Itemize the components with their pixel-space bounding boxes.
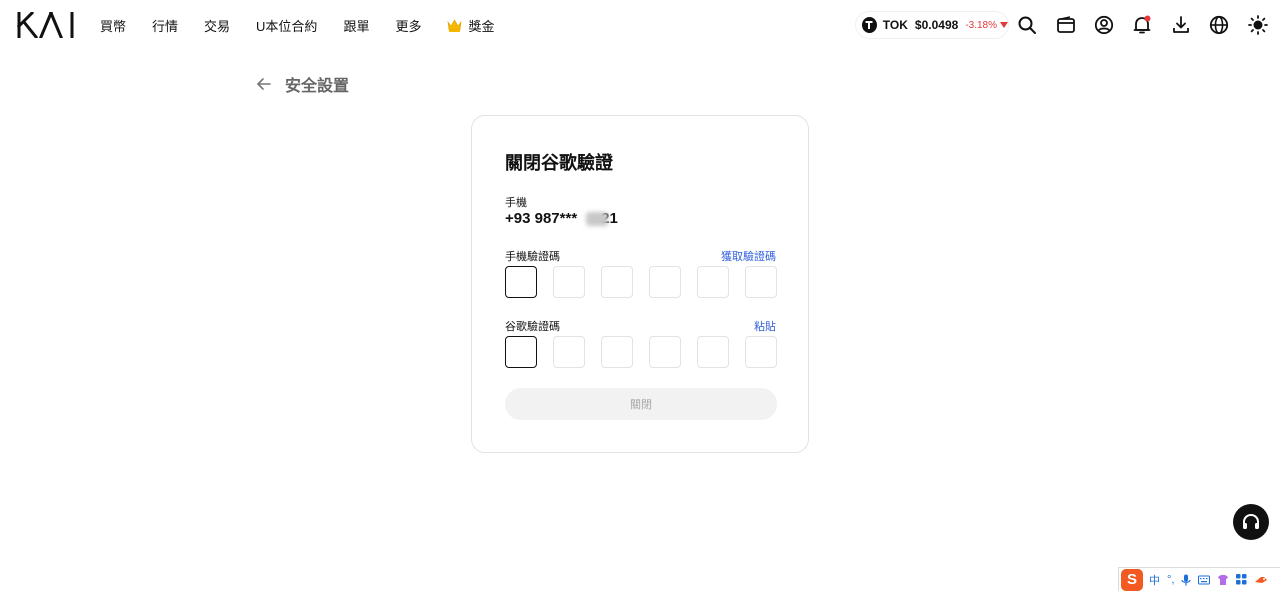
disable-google-auth-card: 關閉谷歌驗證 手機 +93 987*** 21 手機驗證碼 獲取驗證碼 谷歌驗證碼… [471,115,809,453]
page-header: 安全設置 [255,72,349,96]
ime-mode-toggle[interactable]: 中 [1149,572,1160,588]
get-code-link[interactable]: 獲取驗證碼 [721,248,776,264]
google-code-digit-6[interactable] [745,336,777,368]
headset-support-icon[interactable] [1233,504,1269,540]
sms-code-digit-5[interactable] [697,266,729,298]
nav-more[interactable]: 更多 [395,16,421,35]
ticker-price: $0.0498 [914,18,959,32]
sms-code-inputs [505,266,777,298]
page-title: 安全設置 [285,78,350,95]
redaction-blur [586,212,608,226]
nav-usdt-futures[interactable]: U本位合約 [256,16,317,35]
nav-markets[interactable]: 行情 [152,16,178,35]
tok-coin-icon [862,17,877,33]
wallet-icon[interactable] [1056,15,1076,35]
google-code-digit-3[interactable] [601,336,633,368]
tool-icon[interactable] [1254,575,1268,585]
nav-trade[interactable]: 交易 [204,16,230,35]
google-code-digit-5[interactable] [697,336,729,368]
ticker-change: -3.18% [965,19,997,31]
ticker-symbol: TOK [882,18,908,32]
keyboard-icon[interactable] [1198,575,1211,585]
globe-icon[interactable] [1209,15,1229,35]
top-navigation-bar: 買幣 行情 交易 U本位合約 跟單 更多 獎金 TOK $0.0498 -3.1… [0,0,1280,50]
nav-copy-trading[interactable]: 跟單 [343,16,369,35]
form-title: 關閉谷歌驗證 [505,153,613,173]
sms-code-digit-1[interactable] [505,266,537,298]
kai-logo[interactable] [17,12,75,38]
ticker-pill[interactable]: TOK $0.0498 -3.18% [855,11,1009,39]
nav-buy-crypto[interactable]: 買幣 [100,16,126,35]
nav-rewards-label: 獎金 [468,18,495,34]
sms-code-digit-6[interactable] [745,266,777,298]
sms-code-digit-2[interactable] [553,266,585,298]
sms-code-digit-3[interactable] [601,266,633,298]
disable-button[interactable]: 關閉 [505,388,777,420]
ime-logo[interactable]: S [1121,568,1143,591]
google-code-label: 谷歌驗證碼 [505,321,560,333]
crown-icon [447,18,462,32]
download-icon[interactable] [1171,15,1191,35]
theme-sun-icon[interactable] [1248,15,1268,35]
apps-icon[interactable] [1236,574,1247,585]
sms-code-digit-4[interactable] [649,266,681,298]
main-nav: 買幣 行情 交易 U本位合約 跟單 更多 獎金 [100,16,520,34]
phone-number-masked: +93 987*** [505,210,578,227]
search-icon[interactable] [1017,15,1037,35]
google-code-inputs [505,336,777,368]
down-arrow-icon [1000,22,1008,28]
arrow-left-icon[interactable] [255,75,273,93]
paste-link[interactable]: 粘貼 [754,318,776,334]
ime-toolbar: S 中 °, [1118,567,1280,591]
user-icon[interactable] [1094,15,1114,35]
mic-icon[interactable] [1181,574,1192,586]
google-code-digit-4[interactable] [649,336,681,368]
google-code-digit-1[interactable] [505,336,537,368]
shirt-icon[interactable] [1217,574,1229,586]
nav-rewards[interactable]: 獎金 [447,16,494,35]
google-code-digit-2[interactable] [553,336,585,368]
bell-icon[interactable] [1132,15,1152,35]
sms-code-label: 手機驗證碼 [505,251,560,263]
phone-label: 手機 [505,197,527,209]
ime-punct-toggle[interactable]: °, [1167,574,1174,586]
